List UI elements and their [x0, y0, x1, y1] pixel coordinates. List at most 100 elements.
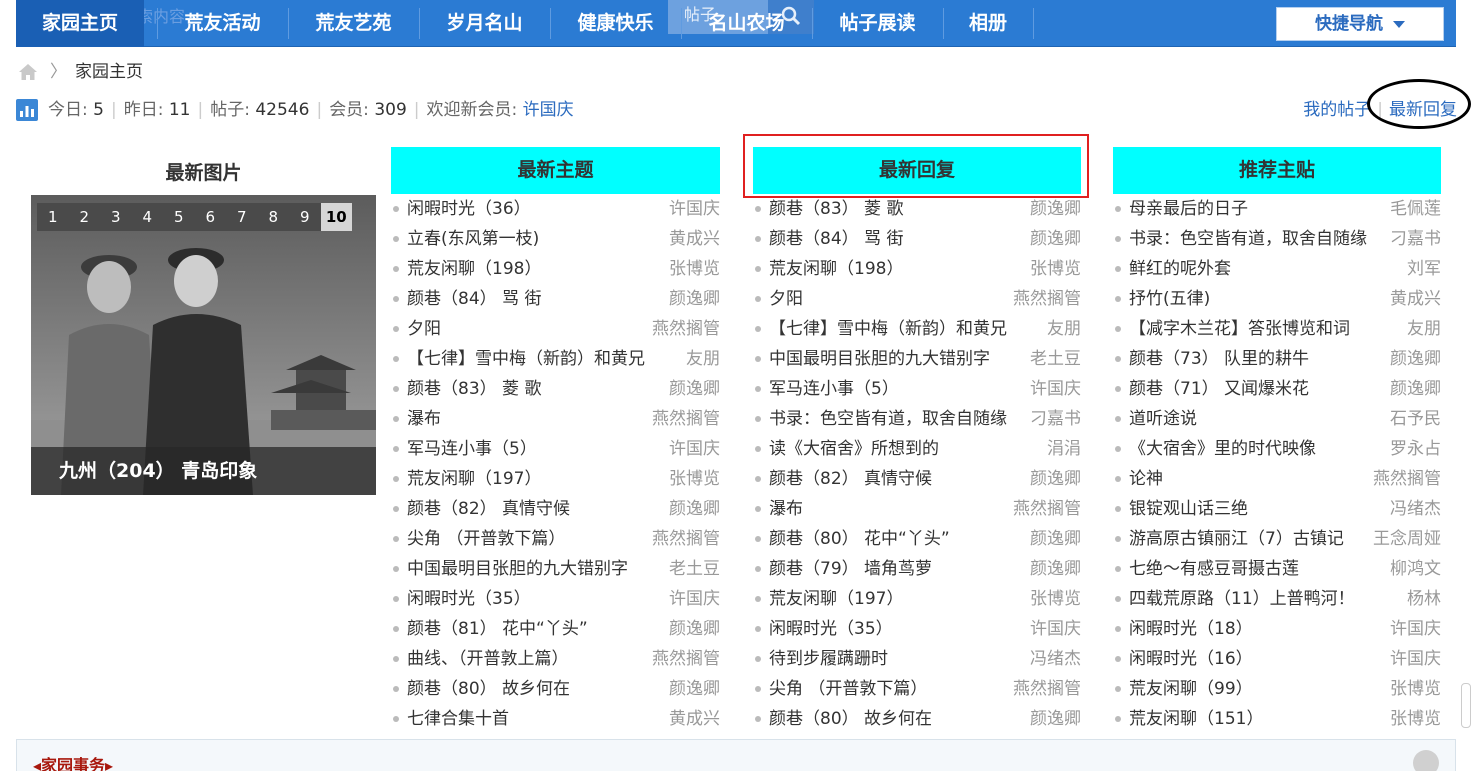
quick-nav-button[interactable]: 快捷导航: [1276, 7, 1444, 41]
list-item[interactable]: 论神 燕然搁管: [1113, 464, 1441, 494]
list-item[interactable]: 颜巷（73） 队里的耕牛 颜逸卿: [1113, 344, 1441, 374]
post-title-link[interactable]: 颜巷（82） 真情守候: [407, 494, 570, 524]
post-author-link[interactable]: 刘军: [1407, 254, 1441, 284]
photo-caption[interactable]: 九州（204） 青岛印象: [31, 447, 376, 495]
post-author-link[interactable]: 杨林: [1407, 584, 1441, 614]
post-title-link[interactable]: 七绝～有感豆哥摄古莲: [1129, 554, 1299, 584]
post-author-link[interactable]: 许国庆: [669, 194, 720, 224]
post-author-link[interactable]: 颜逸卿: [669, 494, 720, 524]
list-item[interactable]: 立春(东风第一枝) 黄成兴: [391, 224, 720, 254]
photo-page-10[interactable]: 10: [320, 203, 352, 231]
list-item[interactable]: 闲暇时光（35） 许国庆: [753, 614, 1081, 644]
nav-arts[interactable]: 荒友艺苑: [288, 0, 419, 47]
list-item[interactable]: 颜巷（80） 花中“丫头” 颜逸卿: [753, 524, 1081, 554]
photo-page-5[interactable]: 5: [163, 203, 195, 231]
post-author-link[interactable]: 颜逸卿: [1390, 374, 1441, 404]
list-item[interactable]: 《大宿舍》里的时代映像 罗永占: [1113, 434, 1441, 464]
post-author-link[interactable]: 柳鸿文: [1390, 554, 1441, 584]
post-title-link[interactable]: 道听途说: [1129, 404, 1197, 434]
post-author-link[interactable]: 张博览: [1030, 254, 1081, 284]
post-title-link[interactable]: 闲暇时光（35）: [407, 584, 531, 614]
nav-activities[interactable]: 荒友活动: [157, 0, 288, 47]
list-item[interactable]: 夕阳 燕然搁管: [753, 284, 1081, 314]
post-title-link[interactable]: 颜巷（80） 花中“丫头”: [769, 524, 950, 554]
post-author-link[interactable]: 许国庆: [1390, 644, 1441, 674]
list-item[interactable]: 中国最明目张胆的九大错别字 老土豆: [391, 554, 720, 584]
post-author-link[interactable]: 黄成兴: [1390, 284, 1441, 314]
my-posts-link[interactable]: 我的帖子: [1303, 100, 1371, 120]
post-author-link[interactable]: 颜逸卿: [669, 284, 720, 314]
post-author-link[interactable]: 毛佩莲: [1390, 194, 1441, 224]
home-affairs-title[interactable]: ◂家园事务▸: [33, 752, 113, 771]
post-title-link[interactable]: 颜巷（84） 骂 街: [769, 224, 903, 254]
post-author-link[interactable]: 燕然搁管: [652, 644, 720, 674]
list-item[interactable]: 颜巷（82） 真情守候 颜逸卿: [753, 464, 1081, 494]
post-author-link[interactable]: 黄成兴: [669, 704, 720, 734]
list-item[interactable]: 母亲最后的日子 毛佩莲: [1113, 194, 1441, 224]
post-title-link[interactable]: 银锭观山话三绝: [1129, 494, 1248, 524]
breadcrumb-current[interactable]: 家园主页: [75, 62, 143, 82]
post-author-link[interactable]: 冯绪杰: [1390, 494, 1441, 524]
post-title-link[interactable]: 荒友闲聊（151）: [1129, 704, 1263, 734]
list-item[interactable]: 尖角 （开普敦下篇） 燕然搁管: [753, 674, 1081, 704]
list-item[interactable]: 荒友闲聊（151） 张博览: [1113, 704, 1441, 734]
post-title-link[interactable]: 夕阳: [407, 314, 441, 344]
collapse-icon[interactable]: [1413, 750, 1439, 771]
new-member-link[interactable]: 许国庆: [523, 100, 574, 120]
post-title-link[interactable]: 颜巷（71） 又闻爆米花: [1129, 374, 1309, 404]
post-title-link[interactable]: 中国最明目张胆的九大错别字: [407, 554, 628, 584]
list-item[interactable]: 鲜红的呢外套 刘军: [1113, 254, 1441, 284]
post-author-link[interactable]: 老土豆: [669, 554, 720, 584]
post-author-link[interactable]: 友朋: [1407, 314, 1441, 344]
post-title-link[interactable]: 颜巷（81） 花中“丫头”: [407, 614, 588, 644]
post-author-link[interactable]: 燕然搁管: [1373, 464, 1441, 494]
post-author-link[interactable]: 颜逸卿: [1390, 344, 1441, 374]
post-title-link[interactable]: 颜巷（83） 菱 歌: [769, 194, 903, 224]
list-item[interactable]: 七律合集十首 黄成兴: [391, 704, 720, 734]
list-item[interactable]: 尖角 （开普敦下篇） 燕然搁管: [391, 524, 720, 554]
post-title-link[interactable]: 瀑布: [407, 404, 441, 434]
list-item[interactable]: 瀑布 燕然搁管: [753, 494, 1081, 524]
post-author-link[interactable]: 颜逸卿: [1030, 554, 1081, 584]
post-title-link[interactable]: 颜巷（83） 菱 歌: [407, 374, 541, 404]
post-author-link[interactable]: 张博览: [1390, 704, 1441, 734]
list-item[interactable]: 抒竹(五律) 黄成兴: [1113, 284, 1441, 314]
post-title-link[interactable]: 【减字木兰花】答张博览和词: [1129, 314, 1350, 344]
post-title-link[interactable]: 【七律】雪中梅（新韵）和黄兄: [769, 314, 1007, 344]
post-title-link[interactable]: 闲暇时光（35）: [769, 614, 893, 644]
list-item[interactable]: 颜巷（80） 故乡何在 颜逸卿: [391, 674, 720, 704]
post-author-link[interactable]: 许国庆: [1030, 614, 1081, 644]
nav-home[interactable]: 家园主页: [16, 0, 144, 47]
scrollbar-thumb[interactable]: [1461, 683, 1471, 728]
home-icon[interactable]: [18, 63, 38, 81]
post-author-link[interactable]: 颜逸卿: [669, 614, 720, 644]
post-title-link[interactable]: 鲜红的呢外套: [1129, 254, 1231, 284]
list-item[interactable]: 闲暇时光（35） 许国庆: [391, 584, 720, 614]
post-author-link[interactable]: 刁嘉书: [1030, 404, 1081, 434]
list-item[interactable]: 军马连小事（5） 许国庆: [391, 434, 720, 464]
post-title-link[interactable]: 尖角 （开普敦下篇）: [407, 524, 565, 554]
post-title-link[interactable]: 游高原古镇丽江（7）古镇记: [1129, 524, 1344, 554]
list-item[interactable]: 读《大宿舍》所想到的 涓涓: [753, 434, 1081, 464]
post-title-link[interactable]: 颜巷（80） 故乡何在: [407, 674, 570, 704]
list-item[interactable]: 荒友闲聊（197） 张博览: [753, 584, 1081, 614]
list-item[interactable]: 颜巷（83） 菱 歌 颜逸卿: [753, 194, 1081, 224]
post-author-link[interactable]: 涓涓: [1047, 434, 1081, 464]
post-author-link[interactable]: 友朋: [686, 344, 720, 374]
list-item[interactable]: 荒友闲聊（197） 张博览: [391, 464, 720, 494]
post-title-link[interactable]: 读《大宿舍》所想到的: [769, 434, 939, 464]
post-title-link[interactable]: 曲线、（开普敦上篇）: [407, 644, 569, 674]
list-item[interactable]: 书录：色空皆有道，取舍自随缘 刁嘉书: [1113, 224, 1441, 254]
list-item[interactable]: 曲线、（开普敦上篇） 燕然搁管: [391, 644, 720, 674]
list-item[interactable]: 闲暇时光（36） 许国庆: [391, 194, 720, 224]
nav-album[interactable]: 相册: [943, 0, 1033, 47]
post-author-link[interactable]: 燕然搁管: [1013, 284, 1081, 314]
post-author-link[interactable]: 颜逸卿: [1030, 194, 1081, 224]
post-title-link[interactable]: 颜巷（80） 故乡何在: [769, 704, 932, 734]
post-title-link[interactable]: 荒友闲聊（198）: [407, 254, 541, 284]
post-author-link[interactable]: 燕然搁管: [1013, 494, 1081, 524]
list-item[interactable]: 七绝～有感豆哥摄古莲 柳鸿文: [1113, 554, 1441, 584]
list-item[interactable]: 【减字木兰花】答张博览和词 友朋: [1113, 314, 1441, 344]
post-author-link[interactable]: 燕然搁管: [652, 404, 720, 434]
list-item[interactable]: 闲暇时光（16） 许国庆: [1113, 644, 1441, 674]
